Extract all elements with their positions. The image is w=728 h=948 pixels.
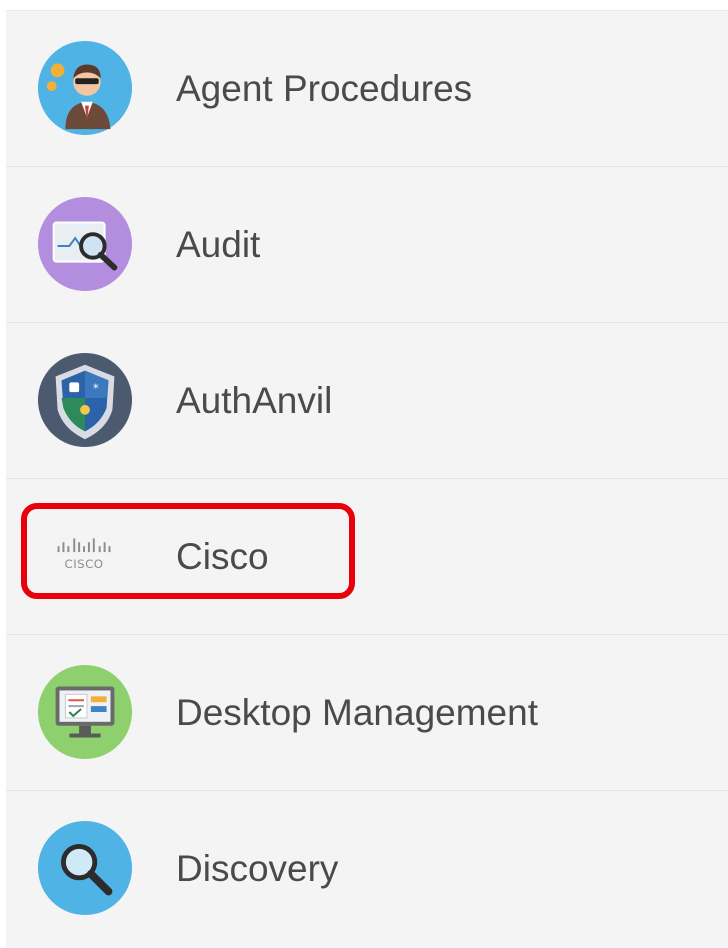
menu-item-label: Cisco bbox=[176, 536, 269, 577]
menu-item-label: Agent Procedures bbox=[176, 68, 473, 109]
menu-item-audit[interactable]: Audit bbox=[6, 166, 728, 322]
authanvil-shield-icon: * bbox=[36, 351, 134, 449]
menu-item-discovery[interactable]: Discovery bbox=[6, 790, 728, 946]
discovery-magnifier-icon bbox=[36, 819, 134, 917]
menu-item-desktop-management[interactable]: Desktop Management bbox=[6, 634, 728, 790]
svg-text:*: * bbox=[93, 381, 99, 395]
menu-item-cisco[interactable]: CISCO Cisco bbox=[6, 478, 728, 634]
desktop-monitor-icon bbox=[36, 663, 134, 761]
menu-item-label: AuthAnvil bbox=[176, 380, 333, 421]
menu-item-label: Desktop Management bbox=[176, 692, 538, 733]
cisco-logo-icon: CISCO bbox=[36, 507, 134, 605]
menu-item-label: Audit bbox=[176, 224, 261, 265]
module-menu: Agent Procedures Audit * AuthAnvil CISCO… bbox=[6, 10, 728, 948]
menu-item-authanvil[interactable]: * AuthAnvil bbox=[6, 322, 728, 478]
svg-text:CISCO: CISCO bbox=[65, 557, 104, 571]
audit-magnifier-icon bbox=[36, 195, 134, 293]
menu-item-agent-procedures[interactable]: Agent Procedures bbox=[6, 10, 728, 166]
menu-item-label: Discovery bbox=[176, 848, 339, 889]
agent-person-icon bbox=[36, 39, 134, 137]
